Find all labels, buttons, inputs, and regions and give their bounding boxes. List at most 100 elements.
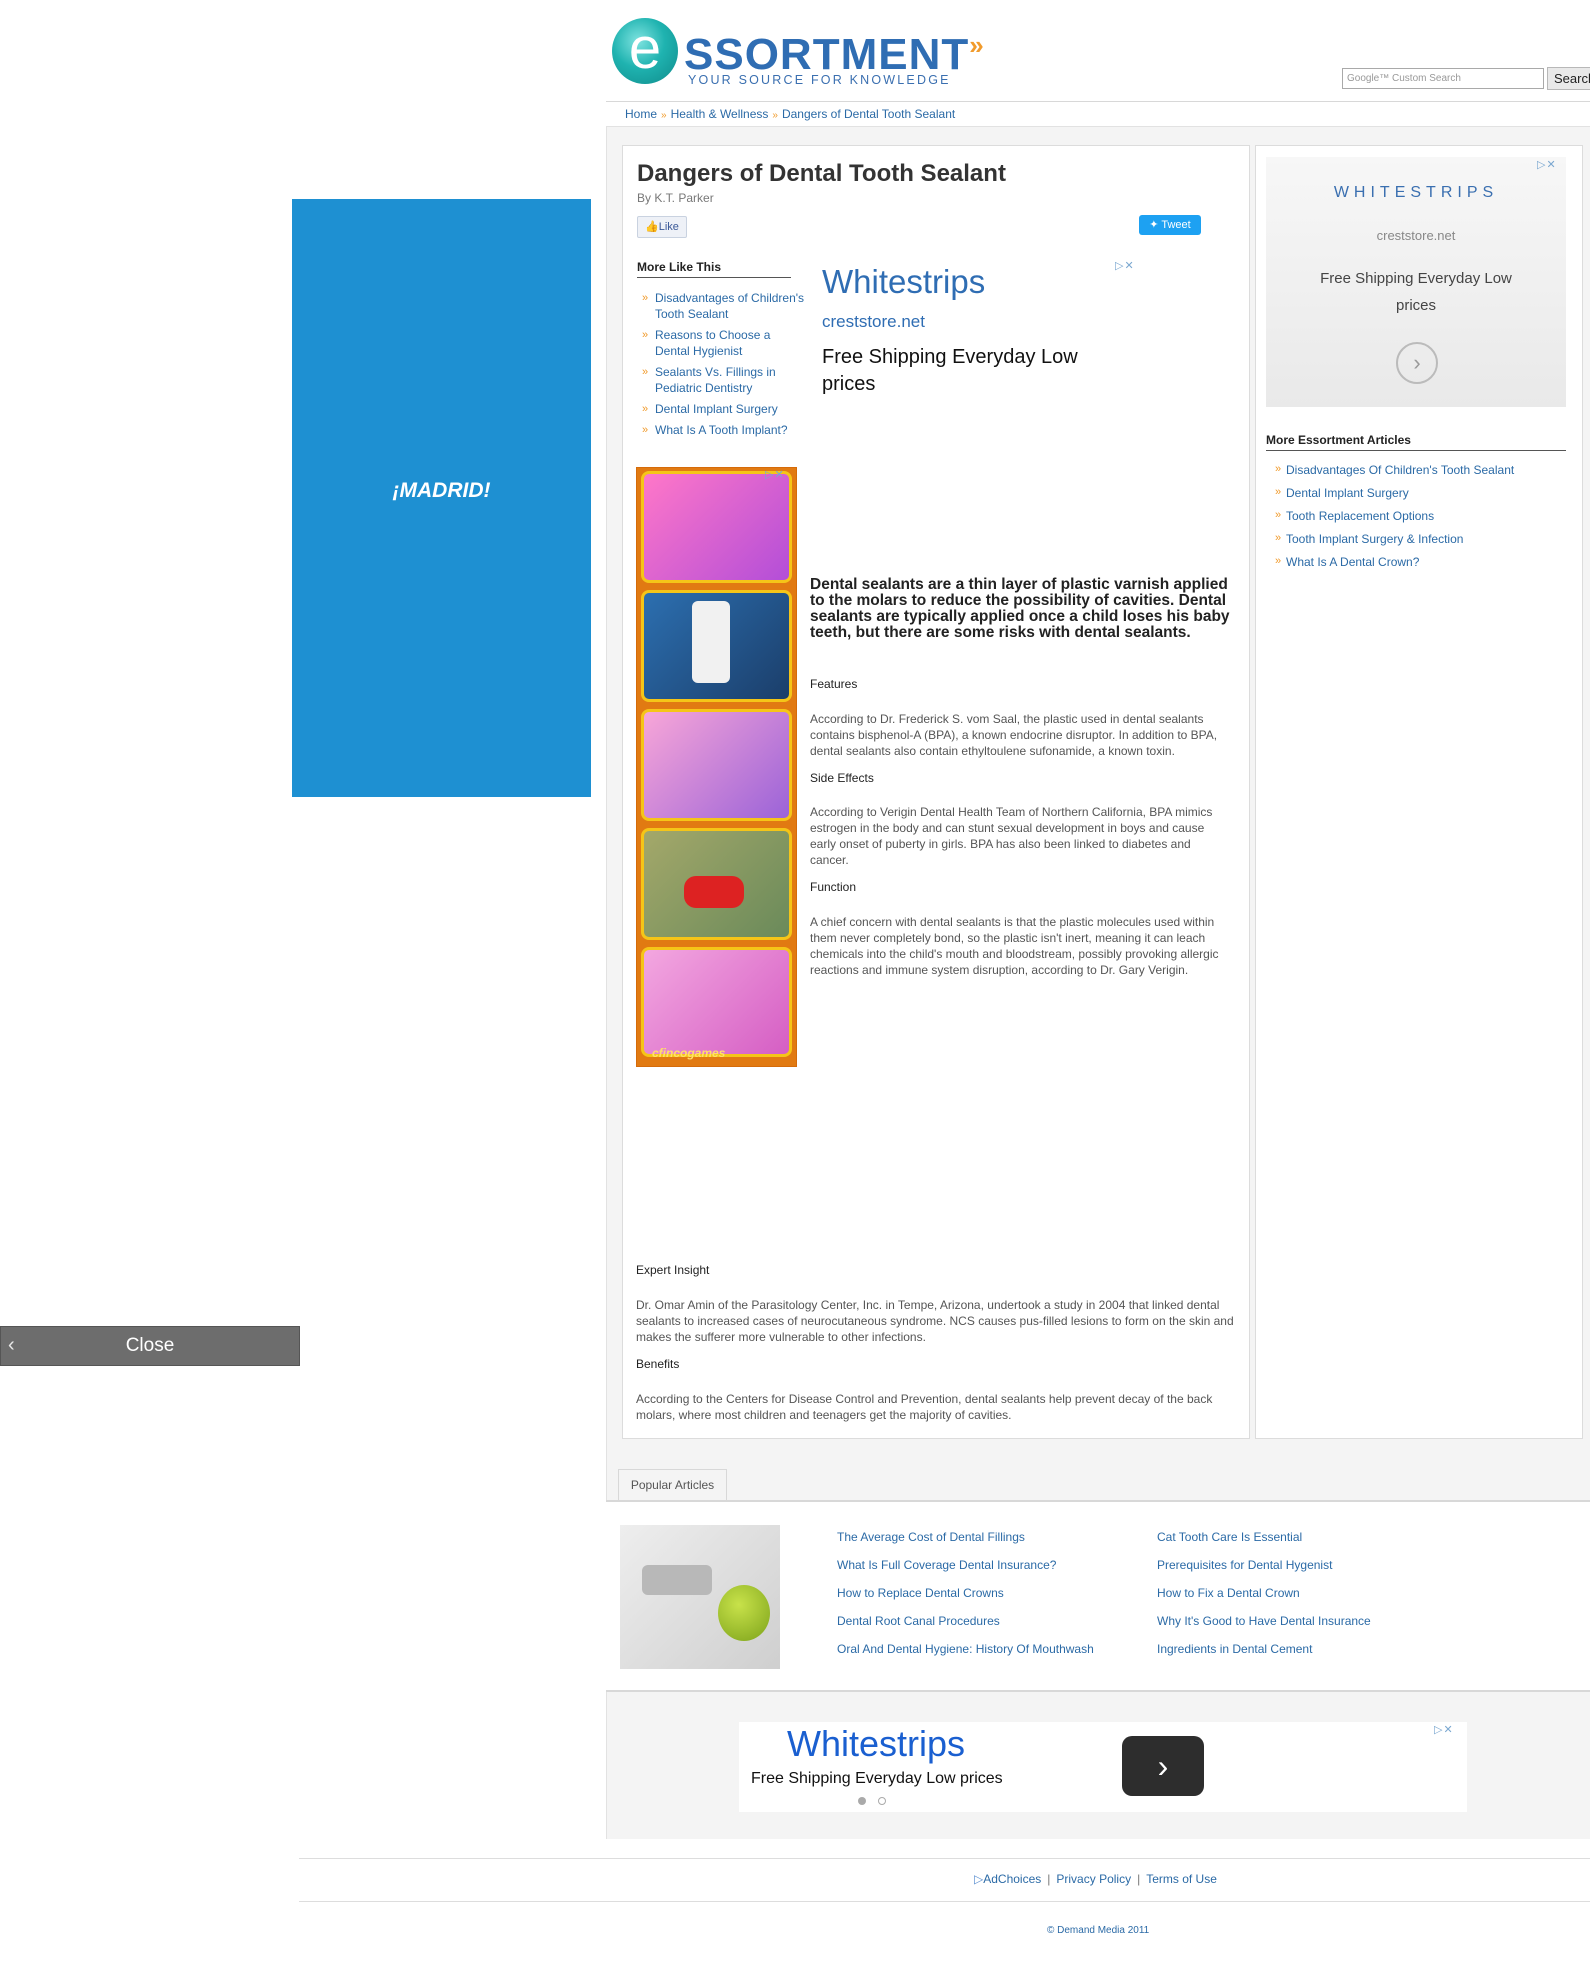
logo-text: SSORTMENT xyxy=(684,30,970,79)
twitter-bird-icon: ✦ xyxy=(1149,219,1159,231)
popular-article-link[interactable]: How to Fix a Dental Crown xyxy=(1157,1586,1300,1600)
breadcrumb-separator: » xyxy=(661,110,667,121)
copyright: © Demand Media 2011 xyxy=(1047,1925,1150,1936)
bullet-icon: » xyxy=(642,366,649,378)
footer xyxy=(299,1858,1590,1902)
more-essortment-item[interactable]: » Tooth Replacement Options xyxy=(1275,509,1434,523)
popular-article-link[interactable]: Ingredients in Dental Cement xyxy=(1157,1642,1312,1656)
game-thumbnail[interactable] xyxy=(641,709,792,821)
more-like-this-item[interactable]: » Disadvantages of Children's Tooth Seala… xyxy=(642,290,805,322)
logo-icon[interactable]: e xyxy=(612,18,678,84)
bullet-icon: » xyxy=(1275,509,1282,521)
more-essortment-item[interactable]: » Disadvantages Of Children's Tooth Seala… xyxy=(1275,463,1514,477)
more-essortment-item[interactable]: » Tooth Implant Surgery & Infection xyxy=(1275,532,1463,546)
section-heading-benefits: Benefits xyxy=(636,1357,680,1371)
footer-links: ▷AdChoices | Privacy Policy | Terms of Use xyxy=(974,1872,1217,1886)
search-input[interactable]: Google™ Custom Search xyxy=(1342,68,1544,89)
logo-chevron: » xyxy=(969,30,985,60)
right-ad-text[interactable]: Free Shipping Everyday Low prices xyxy=(1306,265,1526,319)
madrid-ad[interactable]: ¡MADRID! xyxy=(292,199,591,797)
more-like-this-item[interactable]: » Dental Implant Surgery xyxy=(642,401,805,417)
right-ad-title[interactable]: WHITESTRIPS xyxy=(1266,184,1566,202)
game-thumbnail[interactable] xyxy=(641,947,792,1057)
section-text-features: According to Dr. Frederick S. vom Saal, … xyxy=(810,712,1218,758)
breadcrumb-current[interactable]: Dangers of Dental Tooth Sealant xyxy=(782,107,955,121)
game-thumbnail[interactable] xyxy=(641,590,792,702)
ad-inline-text[interactable]: Free Shipping Everyday Low prices xyxy=(822,344,1122,398)
more-essortment-heading: More Essortment Articles xyxy=(1266,433,1566,451)
phone-image xyxy=(692,601,730,683)
more-like-this-item[interactable]: » Reasons to Choose a Dental Hygienist xyxy=(642,327,805,359)
breadcrumb-category[interactable]: Health & Wellness xyxy=(671,107,769,121)
footer-link-privacy[interactable]: Privacy Policy xyxy=(1056,1872,1131,1886)
popular-article-link[interactable]: Cat Tooth Care Is Essential xyxy=(1157,1530,1302,1544)
game-thumbnail[interactable] xyxy=(641,828,792,940)
popular-article-link[interactable]: Dental Root Canal Procedures xyxy=(837,1614,1000,1628)
madrid-ad-logo: ¡MADRID! xyxy=(392,479,491,502)
bullet-icon: » xyxy=(642,403,649,415)
chevron-right-icon[interactable]: › xyxy=(1122,1736,1204,1796)
facebook-like-button[interactable]: 👍Like xyxy=(637,216,687,238)
dumbbell-image xyxy=(642,1565,712,1595)
thumbs-up-icon: 👍 xyxy=(645,221,659,233)
author-byline: By K.T. Parker xyxy=(637,191,714,205)
bullet-icon: » xyxy=(642,424,649,436)
more-like-this-item[interactable]: » Sealants Vs. Fillings in Pediatric Dent… xyxy=(642,364,805,396)
more-like-this-item[interactable]: » What Is A Tooth Implant? xyxy=(642,422,805,438)
section-heading-function: Function xyxy=(810,880,857,894)
bullet-icon: » xyxy=(1275,532,1282,544)
right-ad-url[interactable]: creststore.net xyxy=(1266,228,1566,243)
games-ad-logo: cfincogames xyxy=(652,1046,726,1060)
popular-article-link[interactable]: Oral And Dental Hygiene: History Of Mout… xyxy=(837,1642,1094,1656)
apple-image xyxy=(718,1585,770,1641)
bullet-icon: » xyxy=(1275,486,1282,498)
popular-article-thumbnail[interactable] xyxy=(620,1525,780,1669)
bullet-icon: » xyxy=(642,292,649,304)
section-text-expert-insight: Dr. Omar Amin of the Parasitology Center… xyxy=(636,1298,1234,1344)
chevron-left-icon[interactable]: ‹ xyxy=(8,1326,15,1364)
adchoices-icon[interactable]: ▷✕ xyxy=(1537,158,1565,172)
games-ad[interactable] xyxy=(636,467,797,1067)
more-essortment-item[interactable]: » What Is A Dental Crown? xyxy=(1275,555,1419,569)
section-heading-features: Features xyxy=(810,677,858,691)
popular-article-link[interactable]: Why It's Good to Have Dental Insurance xyxy=(1157,1614,1371,1628)
footer-link-terms[interactable]: Terms of Use xyxy=(1146,1872,1217,1886)
more-essortment-item[interactable]: » Dental Implant Surgery xyxy=(1275,486,1409,500)
bullet-icon: » xyxy=(1275,555,1282,567)
breadcrumb: Home» Health & Wellness» Dangers of Dental… xyxy=(606,102,1590,127)
footer-link-adchoices[interactable]: AdChoices xyxy=(983,1872,1041,1886)
section-heading-expert-insight: Expert Insight xyxy=(636,1263,710,1277)
carousel-dot[interactable] xyxy=(878,1797,886,1805)
adchoices-icon[interactable]: ▷✕ xyxy=(1115,259,1143,273)
close-ad-button[interactable]: Close xyxy=(0,1326,300,1366)
section-text-benefits: According to the Centers for Disease Con… xyxy=(636,1392,1213,1422)
tab-popular-articles[interactable]: Popular Articles xyxy=(618,1469,727,1501)
popular-article-link[interactable]: Prerequisites for Dental Hygenist xyxy=(1157,1558,1332,1572)
breadcrumb-home[interactable]: Home xyxy=(625,107,657,121)
section-text-function: A chief concern with dental sealants is … xyxy=(810,915,1219,977)
chevron-right-icon[interactable]: › xyxy=(1396,342,1438,384)
article-lead: Dental sealants are a thin layer of plas… xyxy=(810,576,1230,641)
bullet-icon: » xyxy=(642,329,649,341)
bottom-ad-title[interactable]: Whitestrips xyxy=(787,1723,965,1765)
ad-inline-title[interactable]: Whitestrips xyxy=(822,263,985,301)
bottom-ad-text[interactable]: Free Shipping Everyday Low prices xyxy=(751,1770,1003,1788)
popular-article-link[interactable]: How to Replace Dental Crowns xyxy=(837,1586,1004,1600)
adchoices-icon[interactable]: ▷✕ xyxy=(765,468,793,482)
popular-article-link[interactable]: What Is Full Coverage Dental Insurance? xyxy=(837,1558,1056,1572)
more-like-this-heading: More Like This xyxy=(637,260,791,278)
carousel-dot-active[interactable] xyxy=(858,1797,866,1805)
tweet-button[interactable]: ✦ Tweet xyxy=(1139,215,1201,235)
breadcrumb-separator: » xyxy=(772,110,778,121)
tweet-label: Tweet xyxy=(1161,219,1191,231)
logo-tagline: YOUR SOURCE FOR KNOWLEDGE xyxy=(688,73,951,87)
section-text-side-effects: According to Verigin Dental Health Team … xyxy=(810,805,1213,867)
section-heading-side-effects: Side Effects xyxy=(810,771,874,785)
adchoices-icon: ▷ xyxy=(974,1872,984,1886)
game-thumbnail[interactable] xyxy=(641,471,792,583)
popular-article-link[interactable]: The Average Cost of Dental Fillings xyxy=(837,1530,1025,1544)
page-title: Dangers of Dental Tooth Sealant xyxy=(637,160,1006,187)
search-button[interactable]: Search xyxy=(1547,67,1590,90)
ad-inline-url[interactable]: creststore.net xyxy=(822,312,925,332)
adchoices-icon[interactable]: ▷✕ xyxy=(1434,1723,1462,1737)
